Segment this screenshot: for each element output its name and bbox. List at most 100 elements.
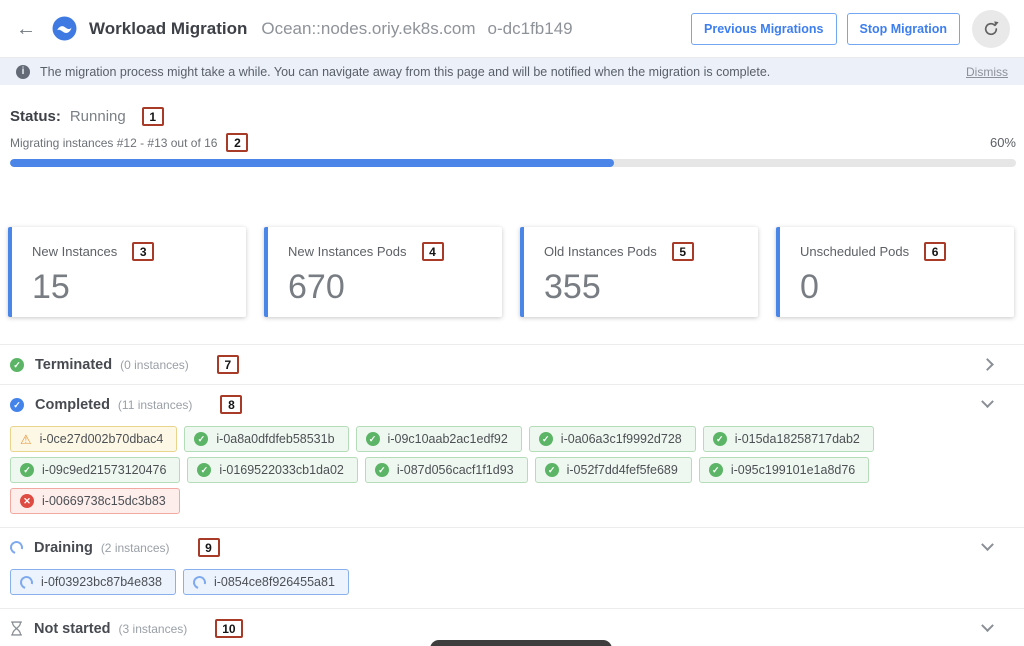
cluster-name: Ocean::nodes.oriy.ek8s.com [261, 19, 475, 39]
previous-migrations-button[interactable]: Previous Migrations [691, 13, 836, 45]
section-draining-header[interactable]: Draining (2 instances) 9 [10, 528, 1024, 567]
section-terminated-header[interactable]: ✓ Terminated (0 instances) 7 [10, 345, 1024, 384]
chevron-down-icon[interactable] [981, 538, 994, 551]
section-title: Draining [34, 540, 93, 556]
annotation-6: 6 [924, 242, 946, 261]
warning-icon: ⚠ [20, 433, 32, 446]
check-circle-icon: ✓ [366, 432, 380, 446]
chevron-down-icon[interactable] [981, 395, 994, 408]
check-circle-icon: ✓ [194, 432, 208, 446]
card-label: New Instances [32, 244, 117, 259]
annotation-3: 3 [132, 242, 154, 261]
check-circle-icon: ✓ [709, 463, 723, 477]
card-value: 15 [32, 268, 236, 307]
card-unscheduled-pods: Unscheduled Pods 6 0 [776, 227, 1014, 317]
ocean-logo-icon [52, 16, 77, 41]
instance-id: i-087d056cacf1f1d93 [397, 463, 514, 477]
annotation-1: 1 [142, 107, 164, 126]
section-title: Completed [35, 397, 110, 413]
hourglass-icon [10, 621, 23, 636]
annotation-9: 9 [198, 538, 220, 557]
check-circle-icon: ✓ [539, 432, 553, 446]
instance-chip[interactable]: i-0f03923bc87b4e838 [10, 569, 176, 595]
instance-id: i-052f7dd4fef5fe689 [567, 463, 678, 477]
instance-id: i-00669738c15dc3b83 [42, 494, 166, 508]
instance-chip[interactable]: ✓ i-09c10aab2ac1edf92 [356, 426, 522, 452]
instance-chip[interactable]: ✓ i-015da18258717dab2 [703, 426, 874, 452]
instance-chip[interactable]: ✓ i-095c199101e1a8d76 [699, 457, 869, 483]
progress-bar [10, 159, 1016, 167]
progress-percent: 60% [990, 135, 1016, 150]
refresh-button[interactable] [972, 10, 1010, 48]
instance-id: i-015da18258717dab2 [735, 432, 860, 446]
spinner-icon [18, 573, 36, 591]
instance-chip[interactable]: ✓ i-087d056cacf1f1d93 [365, 457, 528, 483]
check-circle-icon: ✓ [10, 398, 24, 412]
page-header: ← Workload Migration Ocean::nodes.oriy.e… [0, 0, 1024, 58]
section-completed: ✓ Completed (11 instances) 8 ⚠ i-0ce27d0… [0, 384, 1024, 527]
instance-id: i-0854ce8f926455a81 [214, 575, 335, 589]
back-arrow-icon[interactable]: ← [16, 19, 36, 39]
chevron-down-icon[interactable] [981, 619, 994, 632]
banner-message: The migration process might take a while… [40, 65, 770, 79]
summary-cards: New Instances 3 15 New Instances Pods 4 … [8, 227, 1014, 317]
annotation-8: 8 [220, 395, 242, 414]
spinner-icon [8, 539, 26, 557]
annotation-5: 5 [672, 242, 694, 261]
check-circle-icon: ✓ [713, 432, 727, 446]
instance-chip[interactable]: ✓ i-052f7dd4fef5fe689 [535, 457, 692, 483]
stop-migration-button[interactable]: Stop Migration [847, 13, 961, 45]
card-new-instances: New Instances 3 15 [8, 227, 246, 317]
dismiss-link[interactable]: Dismiss [966, 65, 1008, 79]
chevron-right-icon[interactable] [981, 358, 994, 371]
info-banner: i The migration process might take a whi… [0, 58, 1024, 85]
instance-chip[interactable]: ✓ i-0a06a3c1f9992d728 [529, 426, 696, 452]
instance-chip[interactable]: ✓ i-0a8a0dfdfeb58531b [184, 426, 348, 452]
section-count: (3 instances) [119, 622, 188, 636]
progress-bar-fill [10, 159, 614, 167]
status-label: Status: [10, 108, 61, 125]
tooltip-sliver [430, 640, 612, 646]
card-value: 670 [288, 268, 492, 307]
check-circle-icon: ✓ [10, 358, 24, 372]
instance-chip[interactable]: i-0854ce8f926455a81 [183, 569, 349, 595]
card-old-instances-pods: Old Instances Pods 5 355 [520, 227, 758, 317]
card-value: 355 [544, 268, 748, 307]
check-circle-icon: ✓ [197, 463, 211, 477]
instance-sections: ✓ Terminated (0 instances) 7 ✓ Completed… [0, 344, 1024, 646]
annotation-10: 10 [215, 619, 242, 638]
annotation-4: 4 [422, 242, 444, 261]
card-label: New Instances Pods [288, 244, 407, 259]
card-label: Unscheduled Pods [800, 244, 909, 259]
annotation-7: 7 [217, 355, 239, 374]
instance-chip[interactable]: ✕ i-00669738c15dc3b83 [10, 488, 180, 514]
instance-id: i-0a8a0dfdfeb58531b [216, 432, 334, 446]
error-circle-icon: ✕ [20, 494, 34, 508]
draining-chips: i-0f03923bc87b4e838 i-0854ce8f926455a81 [10, 567, 1024, 608]
section-title: Not started [34, 621, 111, 637]
section-draining: Draining (2 instances) 9 i-0f03923bc87b4… [0, 527, 1024, 608]
section-count: (11 instances) [118, 398, 192, 412]
instance-chip[interactable]: ⚠ i-0ce27d002b70dbac4 [10, 426, 177, 452]
page-title: Workload Migration [89, 19, 247, 39]
section-completed-header[interactable]: ✓ Completed (11 instances) 8 [10, 385, 1024, 424]
card-new-instances-pods: New Instances Pods 4 670 [264, 227, 502, 317]
instance-chip[interactable]: ✓ i-0169522033cb1da02 [187, 457, 357, 483]
progress-label: Migrating instances #12 - #13 out of 16 [10, 136, 217, 150]
instance-id: i-0169522033cb1da02 [219, 463, 343, 477]
check-circle-icon: ✓ [545, 463, 559, 477]
section-count: (2 instances) [101, 541, 170, 555]
resource-id: o-dc1fb149 [488, 19, 573, 39]
status-value: Running [70, 108, 126, 125]
instance-chip[interactable]: ✓ i-09c9ed21573120476 [10, 457, 180, 483]
check-circle-icon: ✓ [375, 463, 389, 477]
section-count: (0 instances) [120, 358, 189, 372]
status-block: Status: Running 1 Migrating instances #1… [0, 85, 1024, 167]
spinner-icon [191, 573, 209, 591]
instance-id: i-095c199101e1a8d76 [731, 463, 855, 477]
annotation-2: 2 [226, 133, 248, 152]
instance-id: i-0f03923bc87b4e838 [41, 575, 162, 589]
section-terminated: ✓ Terminated (0 instances) 7 [0, 344, 1024, 384]
instance-id: i-0ce27d002b70dbac4 [40, 432, 164, 446]
card-value: 0 [800, 268, 1004, 307]
